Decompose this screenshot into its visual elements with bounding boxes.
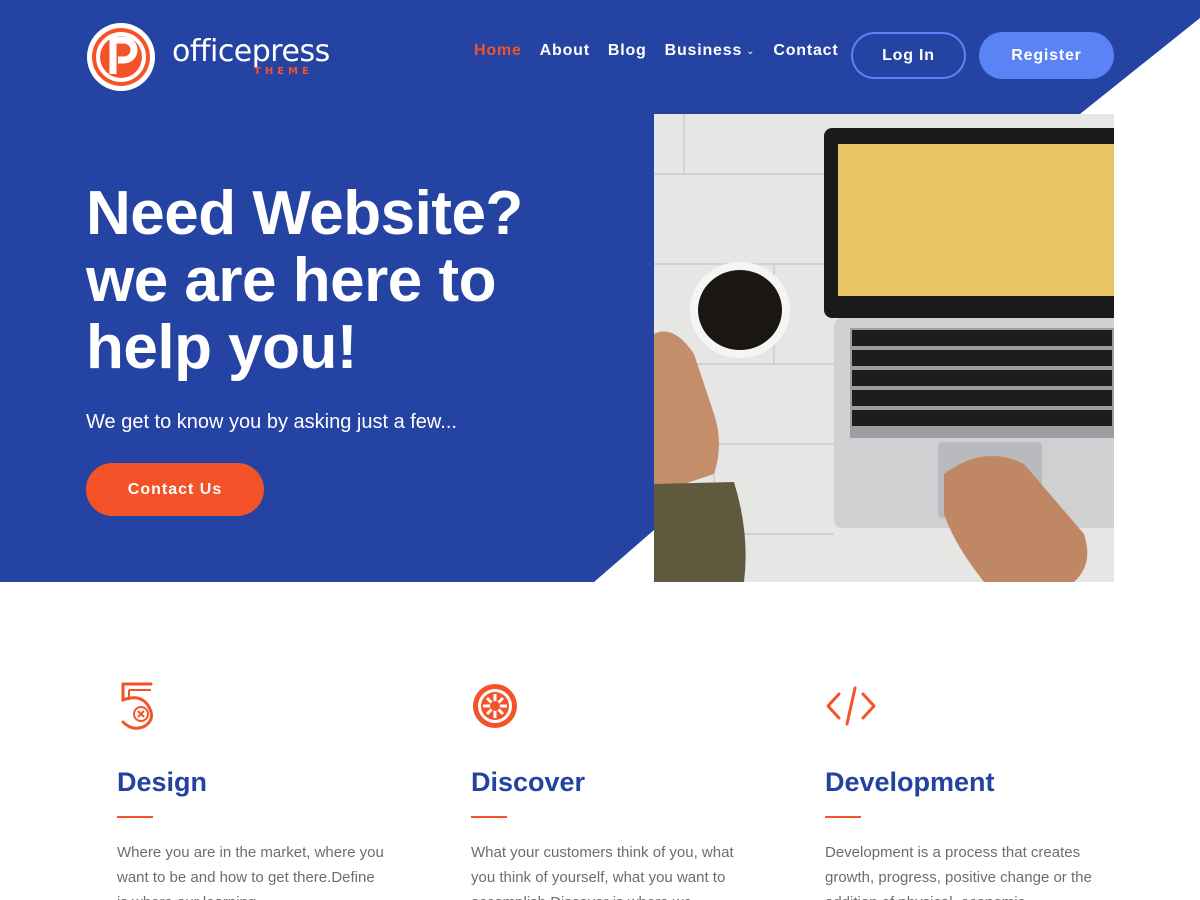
nav-item-home[interactable]: Home: [474, 42, 522, 60]
register-button[interactable]: Register: [979, 32, 1114, 79]
feature-title: Design: [117, 767, 208, 797]
hero-subtitle: We get to know you by asking just a few.…: [86, 411, 457, 433]
contact-us-button[interactable]: Contact Us: [86, 463, 264, 516]
number-five-icon: [121, 682, 153, 730]
feature-divider: [825, 816, 861, 818]
nav-item-about[interactable]: About: [540, 42, 590, 60]
feature-divider: [471, 816, 507, 818]
feature-title: Discover: [471, 767, 586, 797]
feature-title: Development: [825, 767, 995, 797]
feature-text: Development is a process that creates gr…: [825, 844, 1092, 900]
nav-label: About: [539, 42, 590, 59]
nav-label: Home: [474, 42, 522, 59]
site-logo[interactable]: officepress THEME: [86, 22, 330, 94]
hero-title-line: Need Website?: [86, 179, 523, 248]
hero-title-line: we are here to: [86, 246, 496, 315]
nav-item-blog[interactable]: Blog: [608, 42, 647, 60]
feature-development: Development Development is a process tha…: [825, 680, 1095, 900]
feature-discover: Discover What your customers think of yo…: [471, 680, 741, 900]
nav-label: Business: [664, 42, 743, 59]
feature-divider: [117, 816, 153, 818]
gear-emblem-icon: [473, 684, 517, 728]
login-button[interactable]: Log In: [851, 32, 966, 79]
hero-image: [654, 114, 1114, 582]
nav-label: Blog: [607, 42, 647, 59]
code-icon: [826, 686, 876, 726]
feature-design: Design Where you are in the market, wher…: [117, 680, 387, 900]
chevron-down-icon: ⌄: [746, 45, 756, 57]
logo-mark-icon: [87, 23, 155, 91]
brand-tagline: THEME: [254, 66, 313, 77]
feature-text: Where you are in the market, where you w…: [117, 844, 384, 900]
main-nav: Home About Blog Business ⌄ Contact: [474, 42, 839, 60]
feature-text: What your customers think of you, what y…: [471, 844, 734, 900]
nav-item-business[interactable]: Business ⌄: [665, 42, 756, 60]
nav-item-contact[interactable]: Contact: [773, 42, 838, 60]
hero-title-line: help you!: [86, 313, 358, 382]
hero-title: Need Website? we are here to help you!: [86, 180, 606, 381]
brand-name: officepress: [172, 34, 330, 69]
nav-label: Contact: [773, 42, 839, 59]
